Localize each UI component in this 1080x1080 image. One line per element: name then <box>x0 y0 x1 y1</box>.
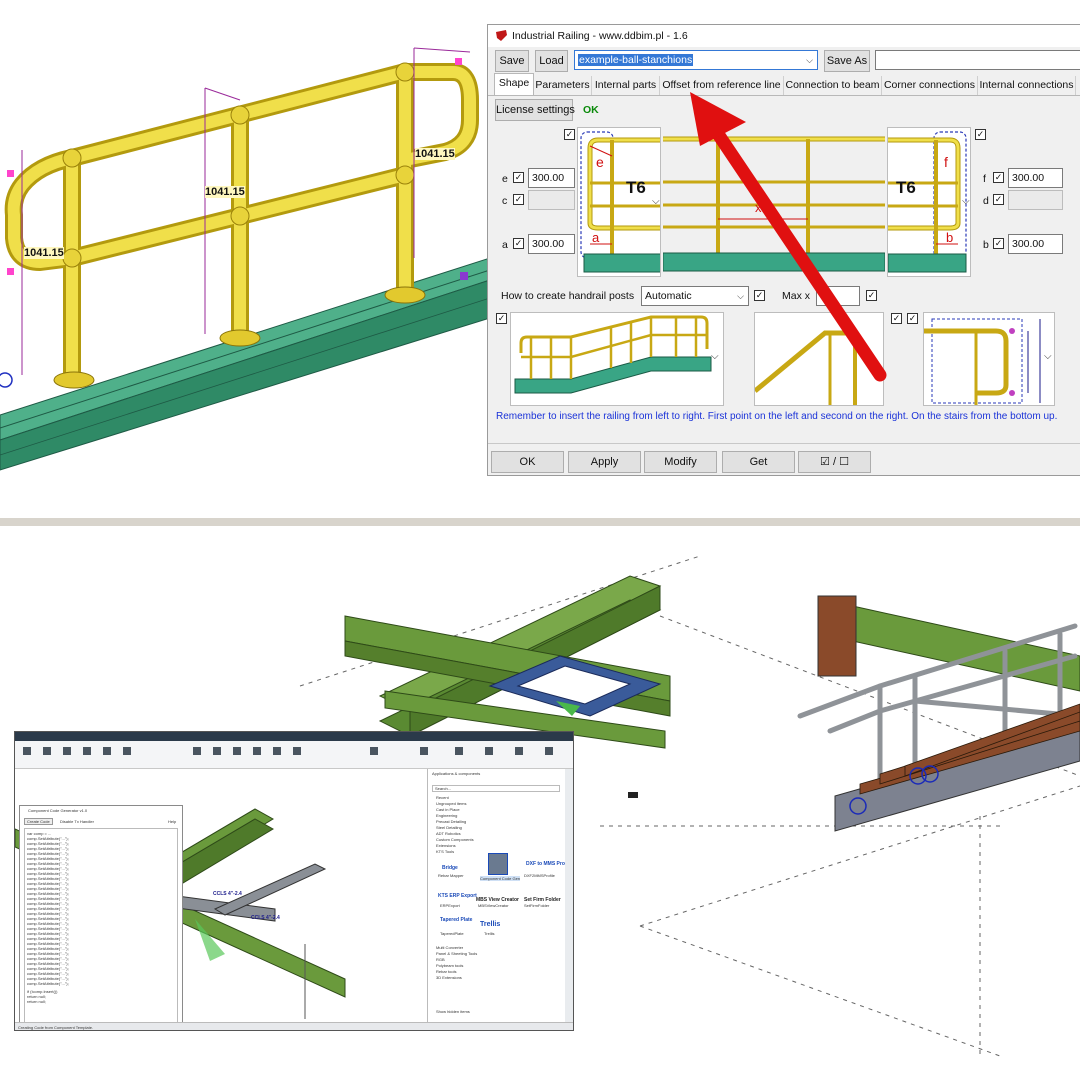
side-panel-item[interactable]: Precast Detailing <box>436 819 466 824</box>
side-panel-item[interactable]: ADT Robotics <box>436 831 461 836</box>
side-panel-footer-item[interactable]: Rebar tools <box>436 969 456 974</box>
side-tool-rail[interactable] <box>565 769 573 1022</box>
window-titlebar[interactable] <box>15 732 573 741</box>
panel-divider <box>0 518 1080 526</box>
code-editor[interactable]: var comp = ... comp.SetAttribute("...");… <box>24 828 178 1022</box>
app-tile-kts-erp-sub: ERPExport <box>440 903 460 908</box>
app-tile-trellis-sub: Trellis <box>484 931 495 936</box>
status-bar: Creating Code from Component Template. <box>15 1022 573 1030</box>
side-panel-footer-item[interactable]: Panel & Sheeting Tools <box>436 951 477 956</box>
component-code-gen-icon <box>488 853 508 875</box>
code-line: return null; <box>27 999 46 1004</box>
create-code-button[interactable]: Create Code <box>24 818 53 825</box>
app-tile-trellis[interactable]: Trellis <box>480 921 500 928</box>
tekla-application-window: CCLS 4"-2.4 CCLS 4"-2.4 Component Code G… <box>14 731 574 1031</box>
side-panel-item[interactable]: Cast in Place <box>436 807 460 812</box>
component-code-generator-dialog: Component Code Generator v1.0 Create Cod… <box>19 805 183 1022</box>
ccg-title: Component Code Generator v1.0 <box>28 808 88 813</box>
side-panel-footer-item[interactable]: RGB <box>436 957 445 962</box>
ribbon-icons <box>23 747 553 755</box>
side-panel-title: Applications & components <box>432 771 481 776</box>
app-tile-bridge[interactable]: Bridge <box>442 865 458 871</box>
top-panel: 1041.15 1041.15 1041.15 Industrial Raili… <box>0 0 1080 518</box>
app-tile-tapered-plate-sub: TaperedPlate <box>440 931 464 936</box>
side-panel-item[interactable]: Extensions <box>436 843 456 848</box>
ribbon-toolbar[interactable] <box>15 741 573 769</box>
app-tile-kts-erp[interactable]: KTS ERP Export <box>438 893 477 899</box>
side-panel-search[interactable]: Search... <box>432 785 560 792</box>
side-panel-item[interactable]: Steel Detailing <box>436 825 462 830</box>
beam-label: CCLS 4"-2.4 <box>213 891 242 897</box>
side-panel-footer-item[interactable]: Polybeam tools <box>436 963 463 968</box>
side-panel-item[interactable]: Recent <box>436 795 449 800</box>
disable-tx-handler-checkbox[interactable]: Disable Tx Handler <box>60 819 94 824</box>
side-panel-item[interactable]: Ungrouped items <box>436 801 466 806</box>
app-tile-tapered-plate[interactable]: Tapered Plate <box>440 917 472 923</box>
app-tile-mbs-sub: MBSViewCreator <box>478 903 509 908</box>
beam-label: CCLS 4"-2.4 <box>251 915 280 921</box>
app-tile-bridge-sub: Rebar Mapper <box>438 873 464 878</box>
status-message: Creating Code from Component Template. <box>18 1025 94 1030</box>
pointer-arrow <box>690 92 887 382</box>
bottom-panel: CCLS 4"-2.4 CCLS 4"-2.4 Component Code G… <box>0 526 1080 1080</box>
app-tile-component-code-gen[interactable]: Component Code Gen <box>480 876 521 881</box>
side-panel-item[interactable]: KTS Tools <box>436 849 454 854</box>
show-hidden-items-link[interactable]: Show hidden items <box>436 1009 470 1014</box>
model-viewport[interactable]: CCLS 4"-2.4 CCLS 4"-2.4 Component Code G… <box>15 769 427 1022</box>
side-panel-footer-item[interactable]: 3D Extensions <box>436 975 462 980</box>
app-tile-dxf-sub: DXF2MMSProfile <box>524 873 555 878</box>
help-link[interactable]: Help <box>168 819 176 824</box>
code-line: comp.SetAttribute("..."); <box>27 981 69 986</box>
side-panel-footer-item[interactable]: Multi Converter <box>436 945 463 950</box>
app-tile-set-firm-sub: SetFirmFolder <box>524 903 550 908</box>
side-panel-item[interactable]: Engineering <box>436 813 457 818</box>
applications-components-panel: Applications & components Search... Rece… <box>427 769 572 1022</box>
side-panel-item[interactable]: Custom Components <box>436 837 474 842</box>
